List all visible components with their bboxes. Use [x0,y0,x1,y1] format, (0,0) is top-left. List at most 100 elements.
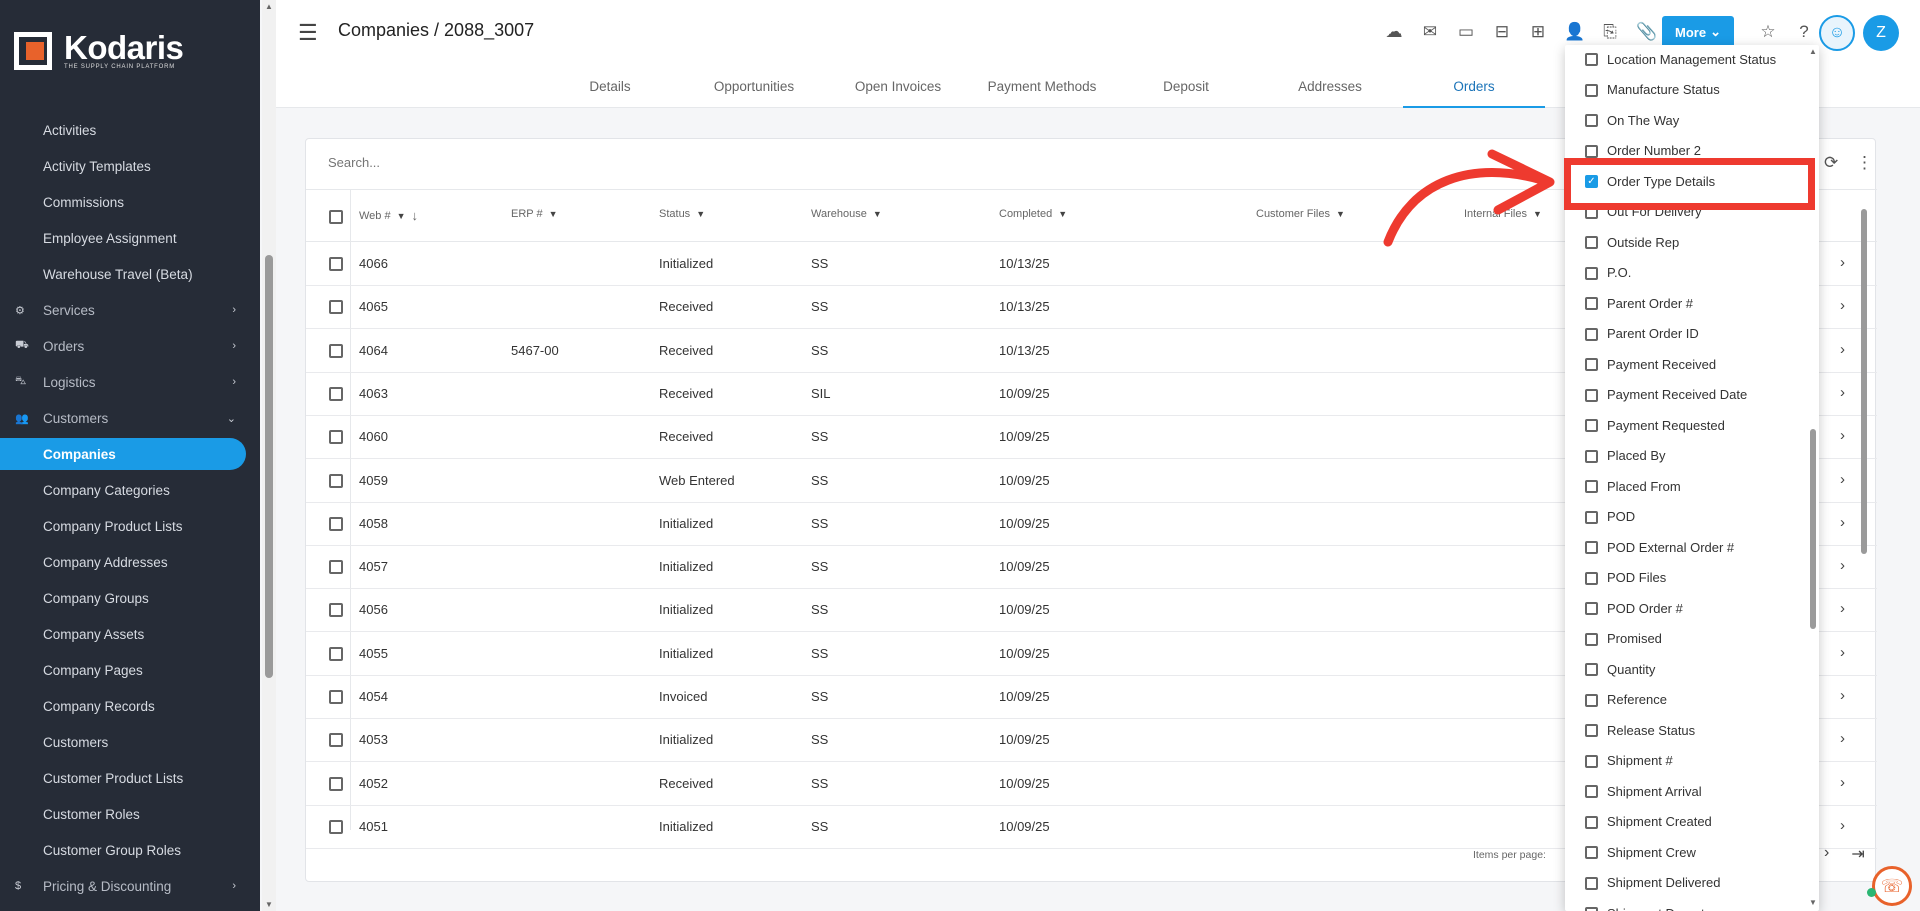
row-checkbox[interactable] [329,560,343,575]
unchecked-checkbox[interactable] [1585,480,1598,493]
unchecked-checkbox[interactable] [1585,419,1598,432]
unchecked-checkbox[interactable] [1585,53,1598,66]
unchecked-checkbox[interactable] [1585,510,1598,524]
column-option-shipment-delivered[interactable]: Shipment Delivered [1565,868,1805,898]
unchecked-checkbox[interactable] [1585,815,1598,829]
tab-payment-methods[interactable]: Payment Methods [971,66,1113,108]
unchecked-checkbox[interactable] [1585,602,1598,615]
chevron-right-icon[interactable]: › [1840,817,1845,834]
help-icon[interactable]: ? [1794,22,1814,42]
chevron-right-icon[interactable]: › [1840,514,1845,531]
sort-down-icon[interactable]: ↓ [412,208,419,223]
unchecked-checkbox[interactable] [1585,907,1598,911]
avatar[interactable]: Z [1863,15,1899,51]
column-option-parent-order-id[interactable]: Parent Order ID [1565,319,1805,349]
last-page-icon[interactable]: ⇥ [1851,844,1864,864]
tab-opportunities[interactable]: Opportunities [683,66,825,108]
sidebar-item-customer-product-lists[interactable]: Customer Product Lists [0,762,246,794]
column-option-pod[interactable]: POD [1565,502,1805,532]
attachment-icon[interactable]: 📎 [1636,22,1657,42]
column-option-outside-rep[interactable]: Outside Rep [1565,227,1805,257]
row-checkbox[interactable] [329,473,343,488]
unchecked-checkbox[interactable] [1585,571,1598,585]
sidebar-item-services[interactable]: ⚙ Services › [0,294,246,326]
menu-icon[interactable]: ☰ [298,20,318,46]
assistant-bot-icon[interactable]: ☺ [1819,15,1855,51]
sidebar-item-activity-templates[interactable]: Activity Templates [0,150,246,182]
row-checkbox[interactable] [329,257,343,271]
filter-caret-icon[interactable]: ▼ [397,211,406,221]
sidebar-item-customers[interactable]: 👥 Customers ⌄ [0,402,246,434]
column-header-status[interactable]: Status ▼ [659,208,705,220]
unchecked-checkbox[interactable] [1585,266,1598,280]
row-checkbox[interactable] [329,386,343,401]
column-option-shipment-crew[interactable]: Shipment Crew [1565,837,1805,867]
sidebar-item-companies[interactable]: Companies [0,438,246,470]
unchecked-checkbox[interactable] [1585,754,1598,768]
column-option-shipment-arrival[interactable]: Shipment Arrival [1565,776,1805,806]
next-page-icon[interactable]: › [1824,844,1829,864]
column-option-pod-files[interactable]: POD Files [1565,563,1805,593]
scroll-down-icon[interactable]: ▼ [265,900,273,909]
column-header-erp[interactable]: ERP # ▼ [511,208,558,220]
chevron-right-icon[interactable]: › [1840,730,1845,747]
unchecked-checkbox[interactable] [1585,327,1598,341]
chevron-right-icon[interactable]: › [1840,297,1845,314]
filter-caret-icon[interactable]: ▼ [696,209,705,219]
unchecked-checkbox[interactable] [1585,724,1598,737]
add-screen-icon[interactable]: ⊞ [1528,22,1548,42]
chevron-right-icon[interactable]: › [1840,384,1845,401]
scroll-down-icon[interactable]: ▼ [1809,898,1817,907]
chevron-right-icon[interactable]: › [1840,774,1845,791]
unchecked-checkbox[interactable] [1585,297,1598,310]
scrollbar-thumb[interactable] [265,255,273,678]
unchecked-checkbox[interactable] [1585,693,1598,707]
column-option-p-o[interactable]: P.O. [1565,258,1805,288]
tab-orders[interactable]: Orders [1403,66,1545,108]
column-option-shipment[interactable]: Shipment # [1565,746,1805,776]
chevron-right-icon[interactable]: › [1840,341,1845,358]
tab-addresses[interactable]: Addresses [1259,66,1401,108]
search-input[interactable] [328,155,728,170]
sidebar-item-employee-assignment[interactable]: Employee Assignment [0,222,246,254]
tab-open-invoices[interactable]: Open Invoices [827,66,969,108]
tab-deposit[interactable]: Deposit [1115,66,1257,108]
sidebar-item-company-pages[interactable]: Company Pages [0,654,246,686]
column-option-placed-from[interactable]: Placed From [1565,471,1805,501]
row-checkbox[interactable] [329,516,343,531]
scrollbar-thumb[interactable] [1861,209,1867,554]
unchecked-checkbox[interactable] [1585,541,1598,554]
filter-caret-icon[interactable]: ▼ [1058,209,1067,219]
cloud-upload-icon[interactable]: ☁ [1384,22,1404,42]
sidebar-item-logistics[interactable]: ⛍ Logistics › [0,366,246,398]
row-checkbox[interactable] [329,603,343,618]
column-option-quantity[interactable]: Quantity [1565,654,1805,684]
filter-caret-icon[interactable]: ▼ [1336,209,1345,219]
sidebar-item-orders[interactable]: ⛟ Orders › [0,330,246,362]
unchecked-checkbox[interactable] [1585,236,1598,249]
column-option-promised[interactable]: Promised [1565,624,1805,654]
filter-caret-icon[interactable]: ▼ [549,209,558,219]
gift-card-icon[interactable]: ⊟ [1492,22,1512,42]
chevron-right-icon[interactable]: › [1840,644,1845,661]
sidebar-item-company-categories[interactable]: Company Categories [0,474,246,506]
sidebar-item-commissions[interactable]: Commissions [0,186,246,218]
column-option-reference[interactable]: Reference [1565,685,1805,715]
sidebar-item-company-records[interactable]: Company Records [0,690,246,722]
kodaris-logo[interactable]: Kodaris THE SUPPLY CHAIN PLATFORM [14,31,184,70]
unchecked-checkbox[interactable] [1585,785,1598,798]
select-all-checkbox[interactable] [329,210,343,224]
row-checkbox[interactable] [329,646,343,661]
column-option-manufacture-status[interactable]: Manufacture Status [1565,75,1805,105]
column-option-pod-order[interactable]: POD Order # [1565,593,1805,623]
tab-details[interactable]: Details [539,66,681,108]
refresh-icon[interactable]: ⟳ [1824,153,1838,173]
column-option-pod-external-order[interactable]: POD External Order # [1565,532,1805,562]
chevron-right-icon[interactable]: › [1840,254,1845,271]
column-option-parent-order[interactable]: Parent Order # [1565,288,1805,318]
row-checkbox[interactable] [329,733,343,748]
chevron-right-icon[interactable]: › [1840,557,1845,574]
sidebar-item-customer-group-roles[interactable]: Customer Group Roles [0,834,246,866]
sidebar-item-customer-roles[interactable]: Customer Roles [0,798,246,830]
sidebar-scrollbar[interactable]: ▲ ▼ [262,0,276,911]
